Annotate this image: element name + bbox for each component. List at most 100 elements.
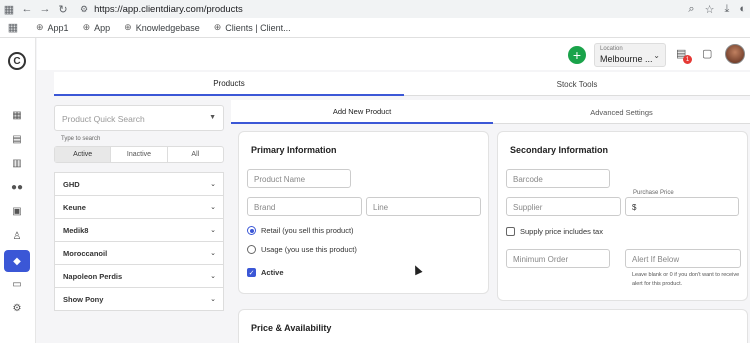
supplier-field[interactable]: Supplier xyxy=(506,197,621,216)
bookmark-knowledgebase[interactable]: ⊕ Knowledgebase xyxy=(124,22,200,33)
bookmark-star-icon[interactable]: ☆ xyxy=(705,3,715,16)
bookmark-label: App1 xyxy=(47,22,69,33)
chevron-down-icon: ⌄ xyxy=(210,296,216,303)
bookmark-label: Knowledgebase xyxy=(135,22,200,33)
price-availability-title: Price & Availability xyxy=(251,323,332,333)
usage-radio[interactable] xyxy=(247,245,256,254)
status-filter: Active Inactive All xyxy=(54,146,224,163)
download-icon[interactable]: ⤓ xyxy=(724,3,729,16)
brand-name: Show Pony xyxy=(63,295,104,304)
location-label: Location xyxy=(600,46,623,52)
chat-icon[interactable]: ▢ xyxy=(702,47,712,60)
field-placeholder: Barcode xyxy=(513,175,543,184)
location-value: Melbourne ... xyxy=(600,54,653,64)
product-name-field[interactable]: Product Name xyxy=(247,169,351,188)
usage-label: Usage (you use this product) xyxy=(261,245,357,254)
line-field[interactable]: Line xyxy=(366,197,481,216)
brand-item[interactable]: Moroccanoil ⌄ xyxy=(54,241,224,265)
bookmarks-bar: ▦ ⊕ App1 ⊕ App ⊕ Knowledgebase ⊕ Clients | C… xyxy=(0,18,750,38)
tab-products[interactable]: Products xyxy=(54,72,404,96)
globe-icon: ⊕ xyxy=(213,22,222,32)
secondary-info-card: Secondary Information Barcode Supplier P… xyxy=(497,131,748,301)
bookmark-label: Clients | Client... xyxy=(225,22,291,33)
brand-item[interactable]: Napoleon Perdis ⌄ xyxy=(54,264,224,288)
dashboard-icon[interactable]: ▦ xyxy=(6,106,28,124)
clients-icon[interactable]: ●● xyxy=(6,178,28,196)
filter-inactive[interactable]: Inactive xyxy=(111,147,168,162)
brand-item[interactable]: GHD ⌄ xyxy=(54,172,224,196)
filter-all[interactable]: All xyxy=(168,147,223,162)
search-hint: Type to search xyxy=(61,136,101,142)
back-icon[interactable]: ← xyxy=(18,0,36,18)
field-placeholder: Supplier xyxy=(513,203,543,212)
marketing-icon[interactable]: ♙ xyxy=(6,227,28,245)
tab-stock-tools[interactable]: Stock Tools xyxy=(404,72,750,96)
active-label: Active xyxy=(261,268,284,277)
tax-checkbox[interactable] xyxy=(506,227,515,236)
reload-icon[interactable]: ↻ xyxy=(54,0,72,18)
chevron-down-icon: ⌄ xyxy=(653,51,660,60)
profile-icon[interactable]: ◐ xyxy=(739,3,746,15)
brand-item[interactable]: Keune ⌄ xyxy=(54,195,224,219)
browser-toolbar: ▦ ← → ↻ ⚙ https://app.clientdiary.com/pr… xyxy=(0,0,750,18)
minimum-order-field[interactable]: Minimum Order xyxy=(506,249,610,268)
bookmark-app1[interactable]: ⊕ App1 xyxy=(36,22,69,33)
field-placeholder: Brand xyxy=(254,203,276,212)
brand-item[interactable]: Show Pony ⌄ xyxy=(54,287,224,311)
chevron-down-icon: ⌄ xyxy=(210,250,216,257)
chevron-down-icon: ⌄ xyxy=(210,204,216,211)
alert-if-below-field[interactable]: Alert If Below xyxy=(625,249,741,268)
bookmark-app[interactable]: ⊕ App xyxy=(83,22,111,33)
brand-name: Keune xyxy=(63,203,86,212)
retail-label: Retail (you sell this product) xyxy=(261,226,354,235)
brand-field[interactable]: Brand xyxy=(247,197,362,216)
primary-info-title: Primary Information xyxy=(251,145,337,155)
logo-icon[interactable]: C xyxy=(8,52,26,70)
bookmark-clients[interactable]: ⊕ Clients | Client... xyxy=(214,22,291,33)
location-select[interactable]: Location Melbourne ... ⌄ xyxy=(594,43,666,67)
products-tag-icon[interactable]: ◆ xyxy=(4,250,30,272)
purchase-price-label: Purchase Price xyxy=(632,190,675,196)
product-subtabs: Add New Product Advanced Settings xyxy=(231,100,750,124)
retail-radio[interactable] xyxy=(247,226,256,235)
chevron-down-icon: ▼ xyxy=(209,114,216,121)
alert-note: Leave blank or 0 if you don't want to re… xyxy=(632,272,740,287)
main-tabs: Products Stock Tools xyxy=(54,72,750,96)
active-checkbox[interactable]: ✓ xyxy=(247,268,256,277)
primary-info-card: Primary Information Product Name Brand L… xyxy=(238,131,489,294)
reports-icon[interactable]: ▣ xyxy=(6,202,28,220)
price-availability-card: Price & Availability xyxy=(238,309,748,343)
globe-icon: ⊕ xyxy=(36,22,44,32)
settings-gear-icon[interactable]: ⚙ xyxy=(6,299,28,317)
barcode-field[interactable]: Barcode xyxy=(506,169,610,188)
product-search-input[interactable]: Product Quick Search ▼ xyxy=(54,105,224,131)
apps-grid-icon[interactable]: ▦ xyxy=(0,0,18,18)
register-icon[interactable]: ▥ xyxy=(6,154,28,172)
bookmarks-apps-icon[interactable]: ▦ xyxy=(4,19,22,37)
brand-name: GHD xyxy=(63,180,80,189)
tab-advanced-settings[interactable]: Advanced Settings xyxy=(493,100,750,124)
forward-icon[interactable]: → xyxy=(36,0,54,18)
notification-badge: 1 xyxy=(683,55,692,64)
bookmark-label: App xyxy=(94,22,111,33)
site-settings-icon[interactable]: ⚙ xyxy=(80,4,88,15)
globe-icon: ⊕ xyxy=(82,22,91,32)
avatar[interactable] xyxy=(725,44,745,64)
calendar-icon[interactable]: ▤ xyxy=(6,130,28,148)
tab-add-new-product[interactable]: Add New Product xyxy=(231,100,493,124)
search-placeholder: Product Quick Search xyxy=(62,114,145,124)
currency-prefix: $ xyxy=(632,203,637,212)
address-bar[interactable]: ⚙ https://app.clientdiary.com/products xyxy=(80,4,243,15)
brand-item[interactable]: Medik8 ⌄ xyxy=(54,218,224,242)
globe-icon: ⊕ xyxy=(124,22,132,32)
tax-label: Supply price includes tax xyxy=(520,227,603,236)
zoom-icon[interactable]: ⌕ xyxy=(688,3,694,16)
purchase-price-field[interactable]: Purchase Price $ xyxy=(625,190,739,216)
chevron-down-icon: ⌄ xyxy=(210,273,216,280)
id-card-icon[interactable]: ▭ xyxy=(6,275,28,293)
add-new-button[interactable]: + xyxy=(568,46,586,64)
field-placeholder: Minimum Order xyxy=(513,255,569,264)
url-text: https://app.clientdiary.com/products xyxy=(94,3,243,15)
filter-active[interactable]: Active xyxy=(55,147,112,162)
brand-name: Napoleon Perdis xyxy=(63,272,123,281)
